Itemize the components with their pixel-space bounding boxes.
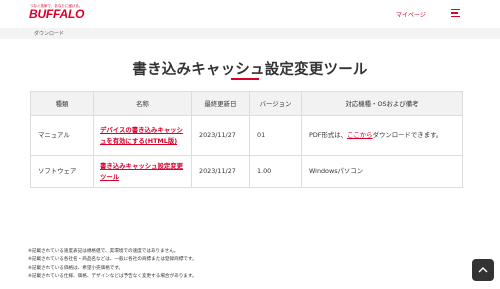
column-header-updated: 最終更新日 [191,91,250,116]
download-table: 種類 名称 最終更新日 バージョン 対応機種・OSおよび備考 マニュアル デバイ… [30,91,463,188]
footnote: ※記載されている各社名・商品名などは、一般に各社の商標または登録商標です。 [28,257,197,263]
row-version: 01 [249,115,302,156]
row-type: ソフトウェア [30,155,94,188]
page-title: 書き込みキャッシュ設定変更ツール [132,62,368,78]
chevron-up-icon [478,267,488,273]
hamburger-menu-icon[interactable] [451,9,460,17]
page-top-button[interactable] [472,259,494,281]
notes-prefix: PDF形式は、 [309,131,348,140]
column-header-version: バージョン [249,91,302,116]
table-header-row: 種類 名称 最終更新日 バージョン 対応機種・OSおよび備考 [30,91,463,116]
table-row: マニュアル デバイスの書き込みキャッシュを有効にする(HTML版) 2023/1… [30,115,463,156]
column-header-notes: 対応機種・OSおよび備考 [301,91,463,116]
manual-html-link[interactable]: デバイスの書き込みキャッシュを有効にする(HTML版) [100,126,183,145]
site-header: つなぐ技術で、あなたに届ける。 BUFFALO マイページ [0,0,500,28]
footnote: ※記載されている速度表記は規格値で、実環境での速度ではありません。 [28,249,179,254]
row-type: マニュアル [30,115,94,156]
buffalo-logo[interactable]: BUFFALO [29,7,84,21]
breadcrumb-bar [0,28,500,39]
row-name-cell: デバイスの書き込みキャッシュを有効にする(HTML版) [93,115,192,156]
row-notes: PDF形式は、ここからダウンロードできます。 [301,115,463,156]
title-underline [231,78,259,80]
row-version: 1.00 [249,155,302,188]
column-header-name: 名称 [93,91,192,116]
footnote: ※記載されている仕様、価格、デザインなどは予告なく変更する場合があります。 [28,274,197,280]
row-updated: 2023/11/27 [191,115,250,156]
mypage-link[interactable]: マイページ [396,10,426,19]
notes-suffix: ダウンロードできます。 [372,131,443,140]
software-download-link[interactable]: 書き込みキャッシュ設定変更ツール [100,162,183,181]
row-notes: Windowsパソコン [301,155,463,188]
breadcrumb[interactable]: ダウンロード [34,30,64,37]
pdf-download-link[interactable]: ここから [347,131,373,139]
column-header-type: 種類 [30,91,94,116]
footnotes: ※記載されている速度表記は規格値で、実環境での速度ではありません。 ※記載されて… [28,248,197,282]
row-updated: 2023/11/27 [191,155,250,188]
row-name-cell: 書き込みキャッシュ設定変更ツール [93,155,192,188]
footnote: ※記載されている価格は、希望小売価格です。 [28,265,124,271]
table-row: ソフトウェア 書き込みキャッシュ設定変更ツール 2023/11/27 1.00 … [30,155,463,188]
